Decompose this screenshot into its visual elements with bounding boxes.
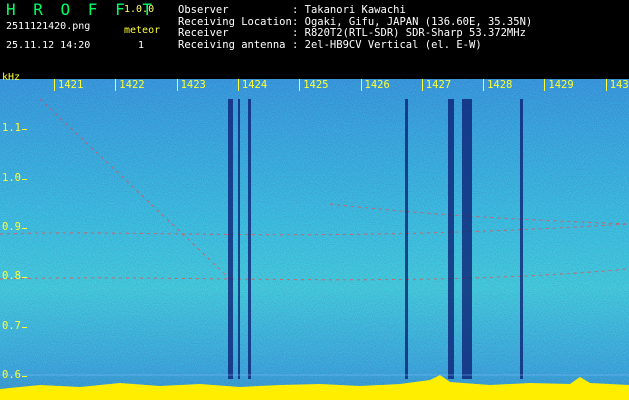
x-tick-label: 1422: [119, 79, 145, 91]
info-value: : Takanori Kawachi: [292, 4, 406, 16]
x-tick-label: 1425: [303, 79, 329, 91]
interference-streak: [405, 99, 408, 379]
x-tick-mark: [605, 79, 607, 91]
info-key: Observer: [178, 4, 229, 16]
interference-streak: [248, 99, 251, 379]
interference-streak: [228, 99, 233, 379]
x-tick-mark: [299, 79, 301, 91]
y-tick-label: 0.7: [2, 320, 21, 332]
x-tick-label: 1427: [425, 79, 452, 91]
interference-streak: [448, 99, 454, 379]
file-datetime: 25.11.12 14:20: [6, 40, 91, 51]
info-key: Receiving antenna: [178, 38, 286, 51]
x-tick-label: 1424: [241, 79, 268, 91]
x-tick-mark: [54, 79, 55, 91]
x-tick-mark: [360, 79, 362, 91]
info-value: : Ogaki, Gifu, JAPAN (136.60E, 35.35N): [292, 15, 533, 28]
x-tick-label: 1429: [548, 79, 574, 91]
y-tick-label: 1.1: [2, 122, 21, 134]
y-tick-label: 0.6: [2, 369, 21, 381]
x-tick-mark: [237, 79, 239, 91]
x-tick-label: 1423: [180, 79, 206, 91]
meteor-count: 1: [138, 40, 145, 51]
x-tick-label: 1428: [487, 79, 513, 91]
spectrogram-noise: [0, 79, 629, 400]
file-name: 2511121420.png: [6, 21, 91, 32]
x-tick-mark: [115, 79, 117, 91]
info-value: : R820T2(RTL-SDR) SDR-Sharp 53.372MHz: [292, 27, 526, 40]
info-value: : 2el-HB9CV Vertical (el. E-W): [292, 38, 482, 51]
x-tick-mark: [483, 79, 485, 91]
y-tick-mark: [22, 228, 27, 229]
info-row-antenna: Receiving antenna : 2el-HB9CV Vertical (e…: [178, 38, 532, 52]
x-tick-label: 1426: [364, 79, 390, 91]
y-tick-label: 0.8: [2, 270, 21, 282]
y-axis-unit: kHz: [2, 72, 21, 83]
app-version: 1.0.0: [124, 4, 155, 15]
spectrogram: [0, 79, 629, 400]
y-tick-mark: [22, 129, 27, 130]
x-tick-mark: [544, 79, 546, 91]
x-tick-label: 1421: [58, 79, 84, 91]
x-tick-mark: [176, 79, 178, 91]
interference-streak: [238, 99, 240, 379]
y-tick-mark: [22, 179, 27, 180]
y-tick-mark: [22, 277, 27, 278]
x-tick-label: 1430: [609, 79, 629, 91]
y-tick-mark: [22, 376, 27, 377]
y-tick-label: 0.9: [2, 221, 21, 233]
y-tick-label: 1.0: [2, 172, 21, 184]
info-block: Observer: Takanori Kawachi Receiving Loc…: [178, 4, 533, 52]
x-tick-mark: [421, 79, 423, 91]
meteor-label: meteor: [124, 25, 161, 36]
interference-streak: [520, 99, 523, 379]
interference-streak: [462, 99, 472, 379]
y-tick-mark: [22, 327, 27, 328]
